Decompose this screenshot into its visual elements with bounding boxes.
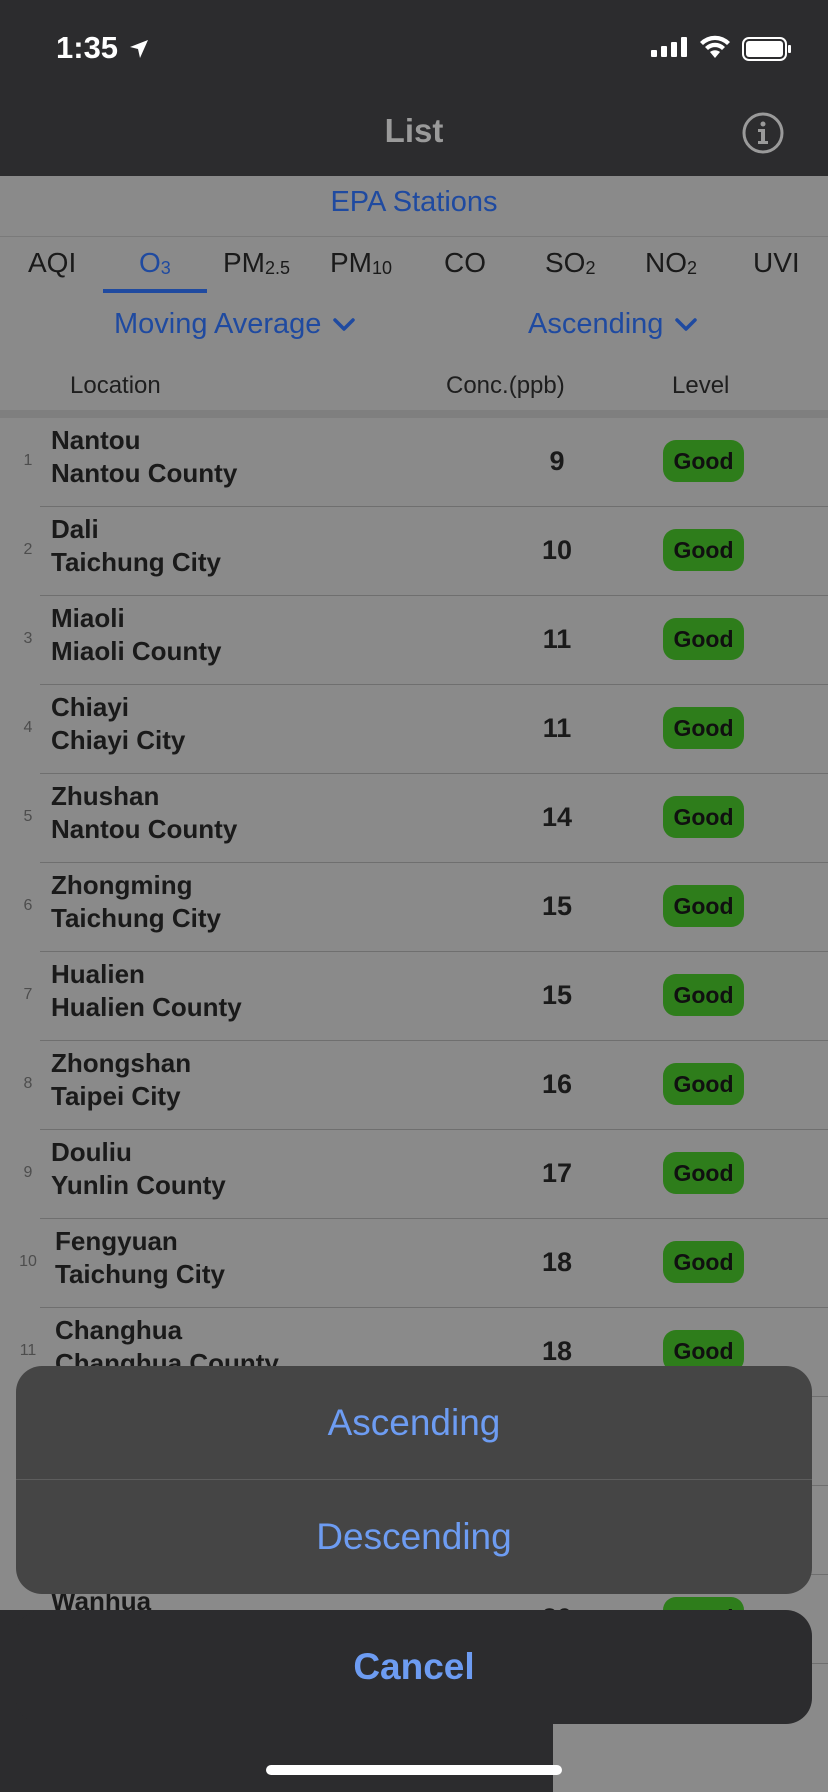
concentration-value: 16 [541,1069,573,1099]
row-number: 2 [23,541,33,558]
cellular-signal-icon [651,37,687,57]
concentration-value: 11 [542,713,572,743]
column-header-level: Level [672,372,730,399]
level-badge: Good [663,885,744,927]
tab-pm10[interactable]: PM10 [330,247,392,279]
level-badge: Good [663,796,744,838]
source-title[interactable]: EPA Stations [0,186,828,219]
tab-pm25[interactable]: PM2.5 [223,247,290,279]
row-number: 10 [19,1253,37,1270]
order-dropdown[interactable]: Ascending [528,308,698,341]
average-dropdown-label: Moving Average [114,308,322,340]
row-number: 11 [19,1342,37,1359]
info-icon[interactable] [741,111,785,155]
table-row[interactable]: 5 Zhushan Nantou County 14 Good [24,774,828,863]
station-name: Fengyuan Taichung City [55,1226,225,1289]
wifi-icon [700,35,730,58]
table-row[interactable]: 4 Chiayi Chiayi City 11 Good [24,685,828,774]
row-number: 1 [23,452,33,469]
chevron-down-icon [675,318,698,332]
level-badge: Good [663,1063,744,1105]
level-badge: Good [663,707,744,749]
station-name: Zhushan Nantou County [51,781,238,844]
nav-title: List [384,112,444,149]
level-badge: Good [663,974,744,1016]
tab-aqi[interactable]: AQI [28,247,76,279]
concentration-value: 18 [541,1336,573,1366]
tab-so2[interactable]: SO2 [545,247,595,279]
level-badge: Good [663,1152,744,1194]
row-number: 5 [23,808,33,825]
station-name: Zhongshan Taipei City [51,1048,192,1111]
concentration-value: 17 [541,1158,573,1188]
concentration-value: 14 [541,802,573,832]
table-row[interactable]: 10 Fengyuan Taichung City 18 Good [19,1219,828,1308]
station-name: Hualien Hualien County [51,959,242,1022]
station-name: Zhongming Taichung City [51,870,221,933]
concentration-value: 18 [541,1247,573,1277]
column-header-location: Location [70,372,161,399]
ascending-option[interactable]: Ascending [16,1366,812,1479]
concentration-value: 15 [541,980,573,1010]
concentration-value: 10 [541,535,573,565]
table-row[interactable]: 2 Dali Taichung City 10 Good [24,507,828,596]
chevron-down-icon [333,318,356,332]
pollutant-tabs: AQI O3 PM2.5 PM10 CO SO2 NO2 UVI [0,236,828,297]
level-badge: Good [663,1241,744,1283]
row-number: 7 [23,986,33,1003]
active-tab-indicator [103,289,207,293]
row-number: 8 [23,1075,33,1092]
tab-o3[interactable]: O3 [139,247,171,279]
tab-co[interactable]: CO [444,247,486,279]
average-dropdown[interactable]: Moving Average [114,308,356,341]
level-badge: Good [663,618,744,660]
row-number: 4 [23,719,33,736]
station-name: Douliu Yunlin County [51,1137,226,1200]
column-header-conc: Conc.(ppb) [446,372,565,399]
descending-option[interactable]: Descending [16,1480,812,1593]
level-badge: Good [663,440,744,482]
table-row[interactable]: 7 Hualien Hualien County 15 Good [24,952,828,1041]
tab-uvi[interactable]: UVI [753,247,800,279]
concentration-value: 9 [549,446,565,476]
concentration-value: 11 [542,624,572,654]
header-divider [0,410,828,418]
battery-icon [742,37,791,61]
home-indicator[interactable] [266,1765,562,1775]
station-name: Chiayi Chiayi City [51,692,186,755]
status-and-nav-bar: 1:35 List [0,0,828,176]
station-name: Miaoli Miaoli County [51,603,222,666]
table-row[interactable]: 9 Douliu Yunlin County 17 Good [24,1130,828,1219]
location-arrow-icon [130,40,148,58]
table-row[interactable]: 8 Zhongshan Taipei City 16 Good [24,1041,828,1130]
row-number: 9 [23,1164,33,1181]
table-row[interactable]: 6 Zhongming Taichung City 15 Good [24,863,828,952]
sort-action-sheet: Ascending Descending [16,1366,812,1594]
table-row[interactable]: 1 Nantou Nantou County 9 Good [24,418,828,507]
concentration-value: 15 [541,891,573,921]
tab-no2[interactable]: NO2 [645,247,697,279]
status-time: 1:35 [56,30,119,65]
station-name: Dali Taichung City [51,514,221,577]
cancel-button[interactable]: Cancel [16,1610,812,1724]
station-name: Nantou Nantou County [51,425,238,488]
order-dropdown-label: Ascending [528,308,664,340]
row-number: 3 [23,630,33,647]
row-number: 6 [23,897,33,914]
level-badge: Good [663,529,744,571]
table-row[interactable]: 3 Miaoli Miaoli County 11 Good [24,596,828,685]
